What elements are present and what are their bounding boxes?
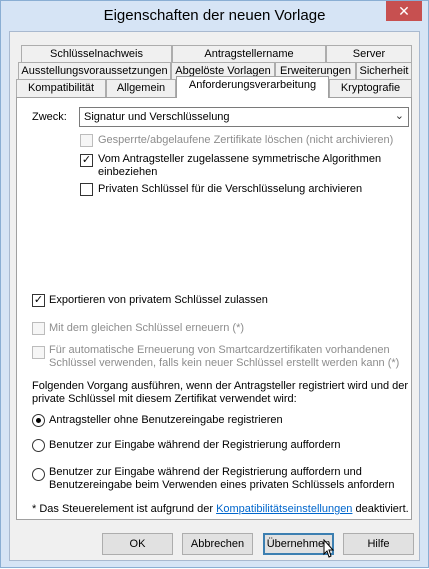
symmetric-algorithms-label-line2: einbeziehen: [98, 166, 158, 178]
prompt-and-require-input-label-line2: Benutzereingabe beim Verwenden eines pri…: [49, 479, 395, 491]
export-private-key-label: Exportieren von privatem Schlüssel zulas…: [49, 294, 268, 306]
procedure-intro-line2: private Schlüssel mit diesem Zertifikat …: [32, 393, 297, 405]
renew-same-key-checkbox[interactable]: [32, 322, 45, 335]
renew-same-key-label: Mit dem gleichen Schlüssel erneuern (*): [49, 322, 245, 334]
footnote-suffix: deaktiviert.: [355, 503, 409, 515]
check-icon: ✓: [81, 154, 92, 166]
symmetric-algorithms-label-line1: Vom Antragsteller zugelassene symmetrisc…: [98, 153, 382, 165]
smartcard-renewal-label-line2: Schlüssel verwenden, falls kein neuer Sc…: [49, 357, 400, 369]
prompt-during-enrollment-label: Benutzer zur Eingabe während der Registr…: [49, 439, 341, 451]
compatibility-footnote: * Das Steuerelement ist aufgrund der Kom…: [32, 503, 409, 515]
archive-private-key-label: Privaten Schlüssel für die Verschlüsselu…: [98, 183, 363, 195]
ok-button[interactable]: OK: [102, 533, 173, 555]
footnote-prefix: * Das Steuerelement ist aufgrund der: [32, 503, 213, 515]
enroll-without-input-radio[interactable]: [32, 414, 45, 427]
check-icon: ✓: [33, 294, 44, 306]
chevron-down-icon: ⌄: [394, 110, 404, 122]
export-private-key-checkbox[interactable]: ✓: [32, 294, 45, 307]
radio-selected-dot: [36, 418, 41, 423]
help-button[interactable]: Hilfe: [343, 533, 414, 555]
smartcard-renewal-label-line1: Für automatische Erneuerung von Smartcar…: [49, 344, 390, 356]
delete-revoked-checkbox[interactable]: [80, 134, 93, 147]
enroll-without-input-label: Antragsteller ohne Benutzereingabe regis…: [49, 414, 283, 426]
cancel-button[interactable]: Abbrechen: [182, 533, 253, 555]
archive-private-key-checkbox[interactable]: [80, 183, 93, 196]
prompt-and-require-input-radio[interactable]: [32, 468, 45, 481]
compatibility-settings-link[interactable]: Kompatibilitätseinstellungen: [216, 503, 352, 515]
prompt-and-require-input-label-line1: Benutzer zur Eingabe während der Registr…: [49, 466, 362, 478]
purpose-value: Signatur und Verschlüsselung: [84, 111, 230, 123]
mouse-cursor-icon: [323, 539, 335, 558]
symmetric-algorithms-checkbox[interactable]: ✓: [80, 154, 93, 167]
purpose-label: Zweck:: [32, 111, 67, 123]
purpose-dropdown[interactable]: Signatur und Verschlüsselung ⌄: [79, 107, 409, 127]
procedure-intro-line1: Folgenden Vorgang ausführen, wenn der An…: [32, 380, 409, 392]
dialog-window: Eigenschaften der neuen Vorlage ✕ Schlüs…: [0, 0, 429, 568]
smartcard-renewal-checkbox[interactable]: [32, 346, 45, 359]
delete-revoked-label: Gesperrte/abgelaufene Zertifikate lösche…: [98, 134, 394, 146]
prompt-during-enrollment-radio[interactable]: [32, 439, 45, 452]
